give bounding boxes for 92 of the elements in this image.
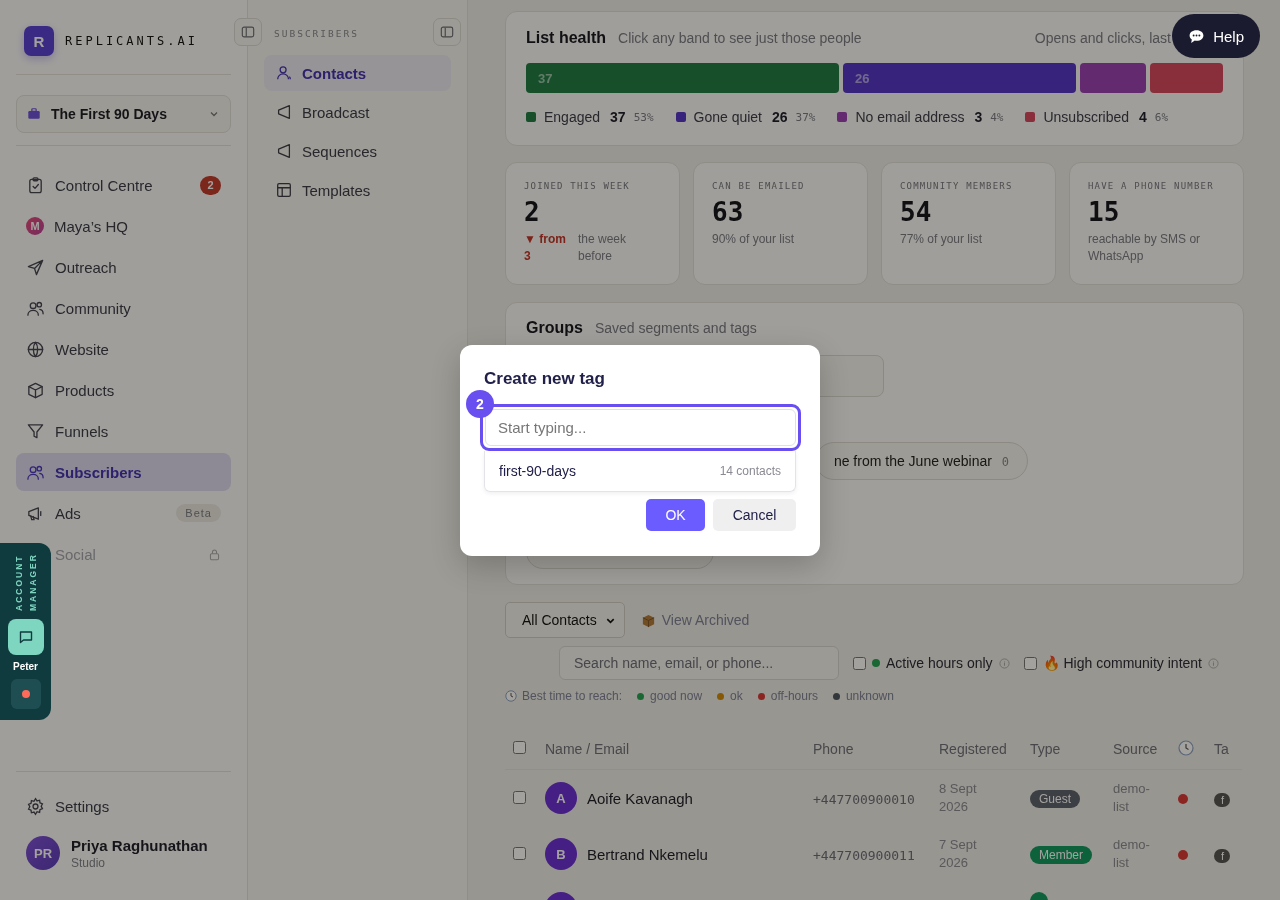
legend-percent: 37%	[795, 110, 816, 124]
panel-title: ACCOUNT MANAGER	[12, 553, 39, 611]
cancel-button[interactable]: Cancel	[713, 499, 796, 531]
stat-note: 90% of your list	[712, 231, 795, 248]
stat-change: ▼ from 3	[524, 231, 567, 265]
suggestion-item[interactable]: first-90-days 14 contacts	[484, 451, 796, 492]
subnav-item[interactable]: Sequences	[264, 133, 451, 169]
column-header[interactable]: Source	[1113, 741, 1158, 757]
brand-logo: R	[24, 26, 54, 56]
card-subtitle: Saved segments and tags	[594, 320, 757, 336]
table-cell-text: 8 Sept 2026	[939, 780, 978, 816]
stat-value: 54	[900, 197, 933, 227]
table-cell-text: demo-list	[1113, 836, 1151, 872]
user-avatar: PR	[26, 836, 60, 870]
user-name: Priya Raghunathan	[71, 836, 208, 854]
card-title: List health	[526, 29, 606, 47]
legend-label: Gone quiet	[693, 109, 762, 125]
stat-label: HAVE A PHONE NUMBER	[1088, 181, 1215, 191]
legend-label: No email address	[855, 109, 965, 125]
legend-percent: 53%	[633, 110, 654, 124]
nav-item[interactable]: Control Centre 2	[16, 166, 231, 204]
column-header[interactable]: Ta	[1214, 741, 1229, 757]
type-badge: Guest	[1030, 789, 1080, 808]
dialog-title: Create new tag	[484, 369, 606, 389]
beta-tag: Beta	[176, 504, 221, 522]
nav-item[interactable]: Ads Beta	[16, 494, 231, 532]
column-header[interactable]: Phone	[813, 741, 854, 757]
column-header[interactable]: Type	[1030, 741, 1061, 757]
subnav-item[interactable]: Templates	[264, 172, 451, 208]
contact-avatar: B	[545, 838, 577, 870]
help-button[interactable]: Help	[1172, 14, 1260, 58]
stat-note: reachable by SMS or WhatsApp	[1088, 231, 1202, 265]
ok-button[interactable]: OK	[646, 499, 705, 531]
tag-pill: f	[1214, 792, 1231, 807]
stat-note: the week before	[578, 231, 628, 265]
settings-link[interactable]: Settings	[16, 786, 231, 826]
legend-count: 26	[772, 109, 788, 125]
nav-item[interactable]: M Maya’s HQ	[16, 207, 231, 245]
table-cell: +447700900011	[813, 847, 915, 863]
legend-count: 4	[1139, 109, 1147, 125]
period-label: Opens and clicks, last	[1034, 30, 1171, 46]
legend-title: Best time to reach:	[522, 689, 623, 703]
table-cell-text: 7 Sept 2026	[939, 836, 978, 872]
card-title: Groups	[526, 319, 583, 337]
stat-label: CAN BE EMAILED	[712, 181, 806, 191]
brand-name: REPLICANTS.AI	[65, 34, 198, 48]
legend-label: off-hours	[770, 689, 818, 703]
filter-label: 🔥 High community intent	[1042, 655, 1202, 671]
legend-percent: 4%	[990, 110, 1004, 124]
nav-item[interactable]: Products	[16, 371, 231, 409]
contact-name[interactable]: Aoife Kavanagh	[587, 789, 693, 807]
legend-label: good now	[650, 689, 703, 703]
legend-percent: 6%	[1154, 110, 1169, 124]
column-header[interactable]: Registered	[939, 741, 1007, 757]
search-field[interactable]: Search name, email, or phone...	[559, 646, 839, 680]
stat-label: JOINED THIS WEEK	[524, 181, 631, 191]
column-header[interactable]: Name / Email	[545, 741, 630, 757]
nav-item[interactable]: Funnels	[16, 412, 231, 450]
legend-count: 37	[610, 109, 626, 125]
legend-label: ok	[730, 689, 743, 703]
section-heading: SUBSCRIBERS	[274, 28, 359, 39]
workspace-selector[interactable]: The First 90 Days	[16, 95, 231, 133]
stat-note: 77% of your list	[900, 231, 983, 248]
user-plan: Studio	[71, 855, 107, 870]
table-cell: +447700900010	[813, 791, 915, 807]
manager-name: Peter	[13, 661, 38, 672]
tag-input[interactable]: Start typing...	[485, 409, 796, 446]
subnav-item[interactable]: Contacts	[264, 55, 451, 91]
stat-value: 15	[1088, 197, 1121, 227]
stat-label: COMMUNITY MEMBERS	[900, 181, 1014, 191]
legend-label: Unsubscribed	[1043, 109, 1130, 125]
nav-item[interactable]: Outreach	[16, 248, 231, 286]
stat-value: 2	[524, 197, 541, 227]
nav-item[interactable]: Community	[16, 289, 231, 327]
legend-label: Engaged	[544, 109, 601, 125]
legend-count: 3	[974, 109, 983, 125]
contact-name[interactable]: Bertrand Nkemelu	[587, 845, 708, 863]
count-badge: 2	[200, 175, 221, 195]
legend-label: unknown	[845, 689, 894, 703]
avatar-icon: M	[26, 217, 44, 235]
tag-pill: f	[1214, 848, 1231, 863]
contact-avatar: A	[545, 782, 577, 814]
card-subtitle: Click any band to see just those people	[618, 30, 862, 46]
nav-item[interactable]: Website	[16, 330, 231, 368]
view-select[interactable]: All Contacts	[505, 602, 625, 638]
filter-label: Active hours only	[886, 655, 993, 671]
subnav-item[interactable]: Broadcast	[264, 94, 451, 130]
stat-value: 63	[712, 197, 745, 227]
table-cell-text: demo-list	[1113, 780, 1151, 816]
type-badge: Member	[1030, 845, 1092, 864]
nav-item[interactable]: Subscribers	[16, 453, 231, 491]
step-badge: 2	[466, 390, 494, 418]
